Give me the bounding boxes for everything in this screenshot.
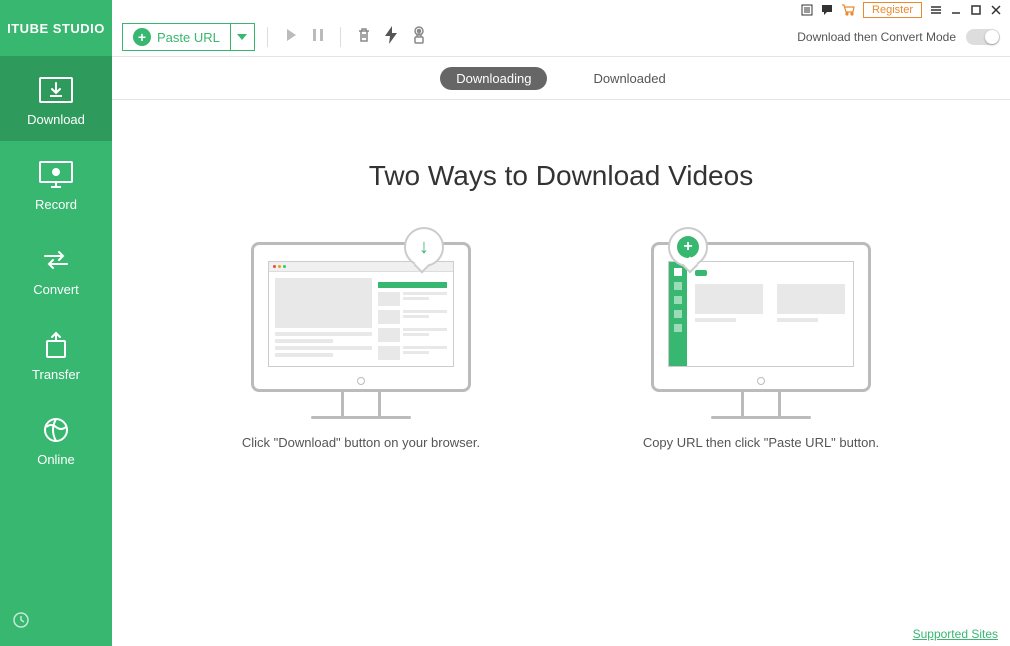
- toolbar: + Paste URL Download then Convert Mode: [112, 18, 1010, 56]
- titlebar: Register: [112, 0, 1010, 18]
- sidebar-item-convert[interactable]: Convert: [0, 226, 112, 311]
- download-arrow-icon: ↓: [404, 227, 444, 267]
- supported-sites-link[interactable]: Supported Sites: [913, 627, 998, 641]
- feedback-icon[interactable]: [821, 4, 833, 16]
- settings-lock-icon[interactable]: [407, 22, 431, 53]
- sidebar-item-download[interactable]: Download: [0, 56, 112, 141]
- monitor-illustration: +: [651, 242, 871, 419]
- sidebar-item-label: Convert: [33, 282, 79, 297]
- tabs: Downloading Downloaded: [112, 57, 1010, 99]
- method-browser: ↓ Click "Download" button on your browse…: [221, 242, 501, 453]
- convert-mode-label: Download then Convert Mode: [797, 30, 956, 44]
- plus-circle-icon: +: [668, 227, 708, 267]
- play-icon[interactable]: [280, 24, 302, 51]
- app-logo: ITUBE STUDIO: [0, 0, 112, 56]
- clock-icon[interactable]: [12, 611, 30, 629]
- convert-mode-toggle[interactable]: [966, 29, 1000, 45]
- minimize-icon[interactable]: [950, 4, 962, 16]
- method-caption: Copy URL then click "Paste URL" button.: [643, 433, 879, 453]
- sidebar: ITUBE STUDIO Download Record Convert Tra…: [0, 0, 112, 646]
- notes-icon[interactable]: [801, 4, 813, 16]
- footer: Supported Sites: [112, 622, 1010, 646]
- convert-icon: [37, 246, 75, 274]
- turbo-icon[interactable]: [381, 22, 401, 53]
- menu-icon[interactable]: [930, 4, 942, 16]
- tab-downloading[interactable]: Downloading: [440, 67, 547, 90]
- sidebar-bottom: [0, 599, 112, 646]
- method-caption: Click "Download" button on your browser.: [242, 433, 480, 453]
- cart-icon[interactable]: [841, 4, 855, 16]
- sidebar-item-label: Online: [37, 452, 75, 467]
- sidebar-item-label: Download: [27, 112, 85, 127]
- tab-downloaded[interactable]: Downloaded: [577, 67, 681, 90]
- close-icon[interactable]: [990, 4, 1002, 16]
- method-paste-url: + Copy URL then click "Paste URL" button…: [621, 242, 901, 453]
- paste-url-dropdown[interactable]: [230, 24, 254, 50]
- pause-icon[interactable]: [308, 24, 328, 51]
- sidebar-item-label: Transfer: [32, 367, 80, 382]
- transfer-icon: [37, 331, 75, 359]
- sidebar-item-online[interactable]: Online: [0, 396, 112, 481]
- content-area: Two Ways to Download Videos: [112, 100, 1010, 622]
- paste-url-label: Paste URL: [157, 30, 220, 45]
- online-icon: [37, 416, 75, 444]
- sidebar-item-transfer[interactable]: Transfer: [0, 311, 112, 396]
- page-headline: Two Ways to Download Videos: [369, 160, 753, 192]
- separator: [267, 27, 268, 47]
- toolbar-right: Download then Convert Mode: [797, 29, 1000, 45]
- paste-url-button-group: + Paste URL: [122, 23, 255, 51]
- methods-row: ↓ Click "Download" button on your browse…: [221, 242, 901, 453]
- maximize-icon[interactable]: [970, 4, 982, 16]
- separator: [340, 27, 341, 47]
- register-button[interactable]: Register: [863, 2, 922, 18]
- trash-icon[interactable]: [353, 23, 375, 52]
- download-icon: [37, 76, 75, 104]
- sidebar-item-label: Record: [35, 197, 77, 212]
- main-area: Register + Paste URL Download then Conve…: [112, 0, 1010, 646]
- plus-icon: +: [133, 28, 151, 46]
- monitor-illustration: ↓: [251, 242, 471, 419]
- paste-url-button[interactable]: + Paste URL: [123, 28, 230, 46]
- record-icon: [37, 161, 75, 189]
- sidebar-item-record[interactable]: Record: [0, 141, 112, 226]
